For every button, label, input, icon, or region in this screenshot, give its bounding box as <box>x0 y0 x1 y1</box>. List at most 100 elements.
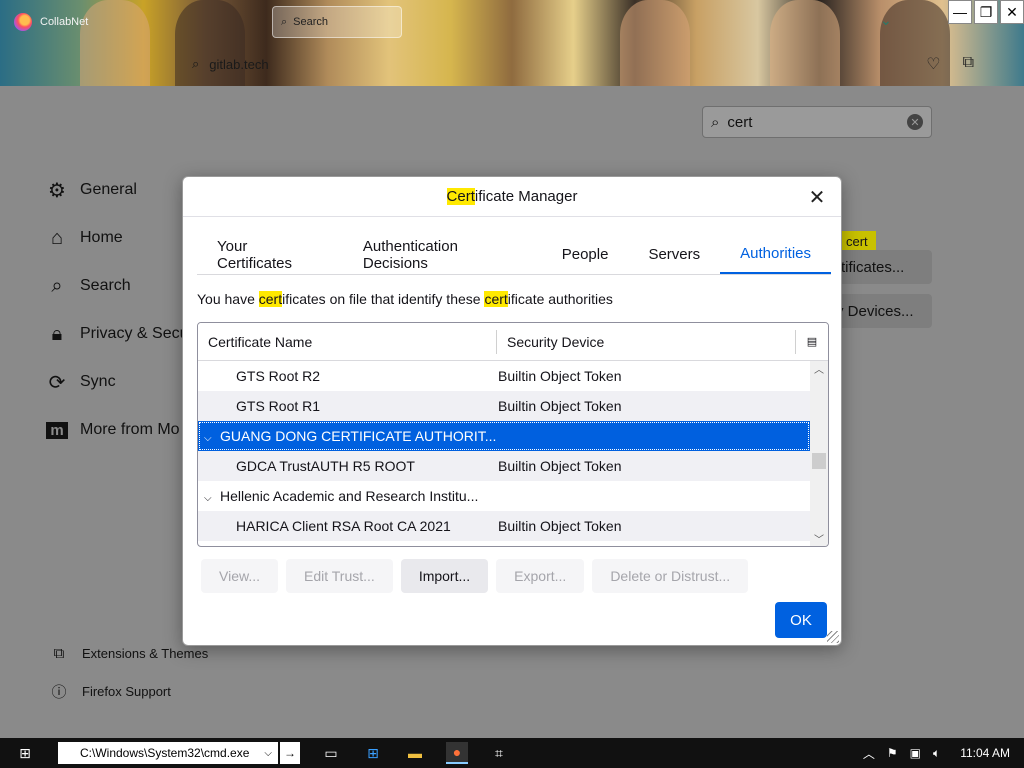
nav-item-more-from-mozilla[interactable]: m More from Mo <box>46 406 188 454</box>
security-devices-button[interactable]: y Devices... <box>830 294 932 328</box>
puzzle-icon: ⧉ <box>53 644 65 662</box>
tab-authentication-decisions[interactable]: Authentication Decisions <box>343 235 542 274</box>
tree-header: Certificate Name Security Device ▤ <box>198 323 828 361</box>
dialog-title: Cert ificate Manager <box>183 177 841 217</box>
url-text: gitlab.tech <box>209 56 269 72</box>
import-button[interactable]: Import... <box>400 559 489 593</box>
tab-search-button[interactable]: ⌕ Search <box>272 6 402 38</box>
desc-text: ificates on file that identify these <box>282 291 485 307</box>
url-bar[interactable]: ⌕ gitlab.tech <box>180 48 840 80</box>
firefox-app-icon[interactable]: ● <box>446 742 468 764</box>
cert-name: HARICA Client RSA Root CA 2021 <box>236 518 451 534</box>
search-highlight-badge: cert <box>838 231 876 251</box>
title-highlight: Cert <box>446 188 475 205</box>
network-icon[interactable]: ▣ <box>910 746 921 760</box>
nav-label: Firefox Support <box>82 683 171 699</box>
nav-label: Sync <box>80 373 116 390</box>
windows-start-icon[interactable]: ⊞ <box>0 745 50 762</box>
lock-icon: 🔒︎ <box>51 322 63 345</box>
taskbar-clock[interactable]: 11:04 AM <box>950 746 1024 760</box>
search-icon: ⌕ <box>711 113 720 131</box>
flag-icon[interactable]: ⚑ <box>887 746 898 760</box>
tab-people[interactable]: People <box>542 235 629 274</box>
scroll-up-icon[interactable]: ︿ <box>810 361 828 377</box>
arrow-right-icon[interactable]: → <box>280 742 300 764</box>
run-input[interactable]: C:\Windows\System32\cmd.exe ⌵ <box>58 742 278 764</box>
cert-device: Builtin Object Token <box>498 368 622 384</box>
nav-item-sync[interactable]: ⟳ Sync <box>46 358 188 406</box>
tree-row[interactable]: GTS Root R1 Builtin Object Token <box>198 391 810 421</box>
certificate-tree[interactable]: Certificate Name Security Device ▤ GTS R… <box>197 322 829 547</box>
nav-item-privacy[interactable]: 🔒︎ Privacy & Secu <box>46 310 189 358</box>
settings-nav: ⚙ General ⌂ Home ⌕ Search 🔒︎ Privacy & S… <box>46 166 188 454</box>
nav-label: Home <box>80 229 123 246</box>
title-rest: ificate Manager <box>474 188 578 205</box>
view-button[interactable]: View... <box>201 559 278 593</box>
chevron-down-icon[interactable]: ⌵ <box>204 433 220 444</box>
nav-item-general[interactable]: ⚙ General <box>46 166 188 214</box>
minimize-button[interactable]: — <box>948 0 972 24</box>
delete-or-distrust-button[interactable]: Delete or Distrust... <box>592 559 749 593</box>
tab-servers[interactable]: Servers <box>628 235 720 274</box>
nav-label: Search <box>80 277 131 294</box>
cert-device: Builtin Object Token <box>498 398 622 414</box>
restore-button[interactable]: ❐ <box>974 0 998 24</box>
tab-authorities[interactable]: Authorities <box>720 235 831 274</box>
tree-row[interactable]: ⌵ Hellenic Academic and Research Institu.… <box>198 481 810 511</box>
tree-row[interactable]: GTS Root R2 Builtin Object Token <box>198 361 810 391</box>
export-button[interactable]: Export... <box>496 559 585 593</box>
terminal-app-icon[interactable]: ⌗ <box>488 742 510 764</box>
cert-org-name: GUANG DONG CERTIFICATE AUTHORIT... <box>220 428 497 444</box>
nav-item-search[interactable]: ⌕ Search <box>46 262 188 310</box>
search-icon: ⌕ <box>281 15 288 28</box>
nav-item-home[interactable]: ⌂ Home <box>46 214 188 262</box>
extensions-icon[interactable]: ⧉ <box>963 54 974 74</box>
help-icon: ⓘ <box>51 683 67 701</box>
nav-label: Privacy & Secu <box>80 325 189 342</box>
taskbar: ⊞ C:\Windows\System32\cmd.exe ⌵ → ▭ ⊞ ▬ … <box>0 738 1024 768</box>
nav-item-support[interactable]: ⓘ Firefox Support <box>48 672 208 710</box>
speaker-muted-icon[interactable]: 🔈︎ <box>933 746 940 761</box>
desc-highlight: cert <box>258 291 283 307</box>
column-certificate-name[interactable]: Certificate Name <box>198 329 497 354</box>
tree-scrollbar[interactable]: ︿ ﹀ <box>810 361 828 546</box>
scroll-thumb[interactable] <box>812 453 826 469</box>
chevron-up-icon[interactable]: ︿ <box>863 745 875 762</box>
cert-org-name: Hellenic Academic and Research Institu..… <box>220 488 479 504</box>
tree-row-selected[interactable]: ⌵ GUANG DONG CERTIFICATE AUTHORIT... <box>198 421 810 451</box>
ok-button[interactable]: OK <box>775 602 827 638</box>
pocket-icon[interactable]: ♡ <box>926 54 940 74</box>
cert-device: Builtin Object Token <box>498 518 622 534</box>
column-picker-icon[interactable]: ▤ <box>796 335 828 348</box>
sync-icon: ⟳ <box>48 371 66 394</box>
tab-your-certificates[interactable]: Your Certificates <box>197 235 343 274</box>
windows-app-icon[interactable]: ⊞ <box>362 742 384 764</box>
chevron-down-icon[interactable]: ⌄ <box>880 12 892 29</box>
clear-icon[interactable]: ✕ <box>907 114 923 130</box>
search-icon: ⌕ <box>51 274 63 297</box>
resize-grip-icon[interactable] <box>827 631 839 643</box>
folder-icon[interactable]: ▬ <box>404 742 426 764</box>
system-tray: ︿ ⚑ ▣ 🔈︎ <box>863 745 950 762</box>
view-certificates-button[interactable]: rtificates... <box>830 250 932 284</box>
column-security-device[interactable]: Security Device <box>497 329 796 354</box>
cert-name: GTS Root R1 <box>236 398 321 414</box>
chevron-down-icon[interactable]: ⌵ <box>264 748 278 759</box>
tree-row[interactable]: HARICA Client RSA Root CA 2021 Builtin O… <box>198 511 810 541</box>
close-dialog-button[interactable]: ✕ <box>805 185 829 209</box>
nav-label: More from Mo <box>80 421 180 438</box>
chevron-down-icon[interactable]: ⌵ <box>204 493 220 504</box>
cmd-app-icon[interactable]: ▭ <box>320 742 342 764</box>
find-in-settings-input[interactable]: ⌕ cert ✕ <box>702 106 932 138</box>
gear-icon: ⚙ <box>48 179 66 202</box>
cert-name: GDCA TrustAUTH R5 ROOT <box>236 458 415 474</box>
search-icon: ⌕ <box>192 56 200 71</box>
close-window-button[interactable]: ✕ <box>1000 0 1024 24</box>
browser-tab[interactable]: CollabNet <box>8 6 128 38</box>
tree-row[interactable]: GDCA TrustAUTH R5 ROOT Builtin Object To… <box>198 451 810 481</box>
scroll-down-icon[interactable]: ﹀ <box>810 531 828 546</box>
settings-footer: ⧉ Extensions & Themes ⓘ Firefox Support <box>48 634 208 710</box>
cert-name: GTS Root R2 <box>236 368 321 384</box>
edit-trust-button[interactable]: Edit Trust... <box>286 559 393 593</box>
desc-text: ificate authorities <box>507 291 613 307</box>
